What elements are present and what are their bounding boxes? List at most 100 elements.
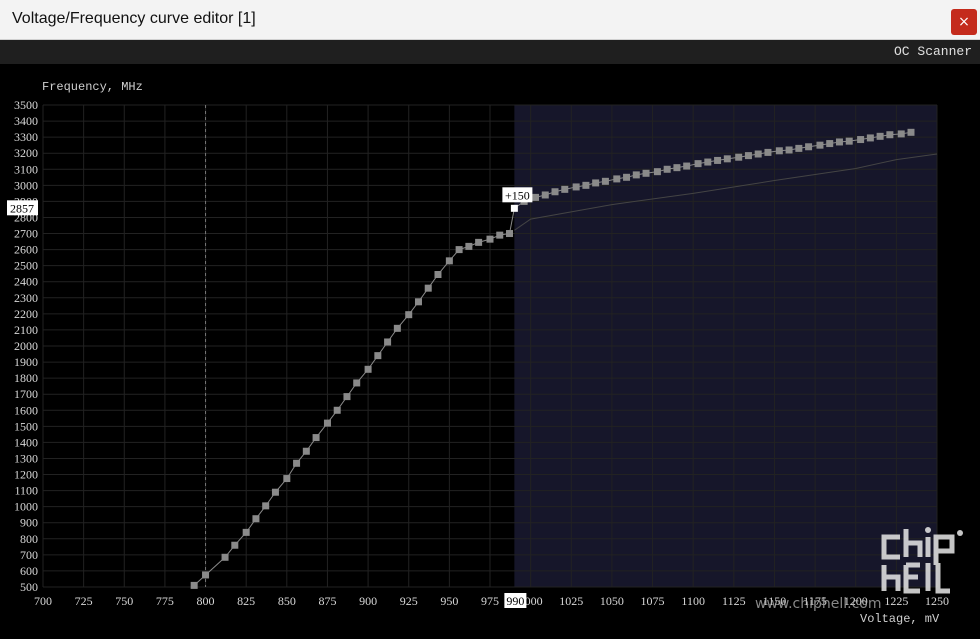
curve-point[interactable] <box>486 235 494 243</box>
curve-point[interactable] <box>293 459 301 467</box>
y-tick-label: 600 <box>20 564 38 578</box>
close-button[interactable]: × <box>951 9 977 35</box>
curve-point[interactable] <box>384 338 392 346</box>
curve-point[interactable] <box>364 365 372 373</box>
curve-point[interactable] <box>744 152 752 160</box>
y-tick-label: 1000 <box>14 500 38 514</box>
y-tick-label: 900 <box>20 516 38 530</box>
title-bar: Voltage/Frequency curve editor [1] × <box>0 0 980 40</box>
curve-point[interactable] <box>723 155 731 163</box>
curve-point[interactable] <box>764 148 772 156</box>
curve-point[interactable] <box>816 141 824 149</box>
curve-point[interactable] <box>532 193 540 201</box>
curve-point[interactable] <box>623 173 631 181</box>
curve-point[interactable] <box>393 324 401 332</box>
curve-point[interactable] <box>826 140 834 148</box>
oc-scanner-button[interactable]: OC Scanner <box>894 44 972 59</box>
curve-point[interactable] <box>333 406 341 414</box>
curve-point[interactable] <box>541 191 549 199</box>
curve-editor-window: Voltage/Frequency curve editor [1] × OC … <box>0 0 980 639</box>
selected-voltage-label: 990 <box>506 594 524 608</box>
curve-point[interactable] <box>683 162 691 170</box>
y-tick-label: 1700 <box>14 387 38 401</box>
curve-point[interactable] <box>754 150 762 158</box>
curve-point[interactable] <box>271 488 279 496</box>
curve-point[interactable] <box>857 136 865 144</box>
curve-point[interactable] <box>714 156 722 164</box>
curve-point[interactable] <box>835 138 843 146</box>
y-tick-label: 1200 <box>14 468 38 482</box>
vf-curve-chart[interactable]: 500 600 700 800 900 1000 1100 1200 1300 1400 1500 1… <box>0 64 980 639</box>
curve-point[interactable] <box>886 131 894 139</box>
x-tick-label: 800 <box>197 594 215 608</box>
curve-point[interactable] <box>735 153 743 161</box>
curve-point[interactable] <box>551 188 559 196</box>
curve-point[interactable] <box>455 246 463 254</box>
curve-point[interactable] <box>323 419 331 427</box>
curve-point[interactable] <box>673 164 681 172</box>
curve-point[interactable] <box>601 177 609 185</box>
curve-point[interactable] <box>312 434 320 442</box>
y-tick-label: 2700 <box>14 227 38 241</box>
curve-point[interactable] <box>405 311 413 319</box>
curve-point[interactable] <box>496 231 504 239</box>
curve-point[interactable] <box>582 181 590 189</box>
y-tick-label: 1300 <box>14 451 38 465</box>
x-tick-label: 875 <box>318 594 336 608</box>
curve-point[interactable] <box>475 238 483 246</box>
curve-point[interactable] <box>374 352 382 360</box>
curve-point[interactable] <box>424 284 432 292</box>
curve-point[interactable] <box>632 171 640 179</box>
curve-point[interactable] <box>252 515 260 523</box>
y-tick-label: 3000 <box>14 178 38 192</box>
curve-point[interactable] <box>506 230 514 238</box>
curve-point[interactable] <box>572 183 580 191</box>
y-tick-label: 2200 <box>14 307 38 321</box>
curve-point[interactable] <box>642 169 650 177</box>
curve-point[interactable] <box>262 502 270 510</box>
y-tick-label: 1900 <box>14 355 38 369</box>
x-tick-label: 1100 <box>681 594 705 608</box>
curve-point[interactable] <box>785 146 793 154</box>
curve-point[interactable] <box>445 257 453 265</box>
y-tick-label: 1500 <box>14 419 38 433</box>
curve-point[interactable] <box>694 160 702 168</box>
curve-point[interactable] <box>465 242 473 250</box>
curve-point[interactable] <box>190 581 198 589</box>
curve-point[interactable] <box>613 175 621 183</box>
selected-curve-point[interactable] <box>510 204 518 212</box>
curve-point[interactable] <box>653 168 661 176</box>
curve-point[interactable] <box>866 134 874 142</box>
curve-point[interactable] <box>353 379 361 387</box>
curve-point[interactable] <box>795 144 803 152</box>
curve-point[interactable] <box>897 130 905 138</box>
curve-point[interactable] <box>434 271 442 279</box>
curve-point[interactable] <box>775 147 783 155</box>
x-tick-label: 975 <box>481 594 499 608</box>
x-tick-label: 1225 <box>884 594 908 608</box>
curve-point[interactable] <box>302 447 310 455</box>
toolbar: OC Scanner <box>0 40 980 64</box>
curve-point[interactable] <box>221 553 229 561</box>
curve-point[interactable] <box>907 128 915 136</box>
x-tick-label: 725 <box>75 594 93 608</box>
curve-point[interactable] <box>202 571 210 579</box>
y-tick-label: 3500 <box>14 98 38 112</box>
curve-point[interactable] <box>805 143 813 151</box>
y-tick-label: 3300 <box>14 130 38 144</box>
curve-point[interactable] <box>231 541 239 549</box>
x-tick-label: 1125 <box>722 594 746 608</box>
curve-point[interactable] <box>283 475 291 483</box>
x-tick-label: 850 <box>278 594 296 608</box>
curve-point[interactable] <box>592 179 600 187</box>
curve-point[interactable] <box>343 393 351 401</box>
curve-point[interactable] <box>561 185 569 193</box>
curve-point[interactable] <box>414 298 422 306</box>
x-tick-label: 825 <box>237 594 255 608</box>
curve-point[interactable] <box>845 137 853 145</box>
curve-point[interactable] <box>876 132 884 140</box>
curve-point[interactable] <box>242 528 250 536</box>
curve-point[interactable] <box>704 158 712 166</box>
y-tick-label: 1400 <box>14 435 38 449</box>
curve-point[interactable] <box>663 165 671 173</box>
